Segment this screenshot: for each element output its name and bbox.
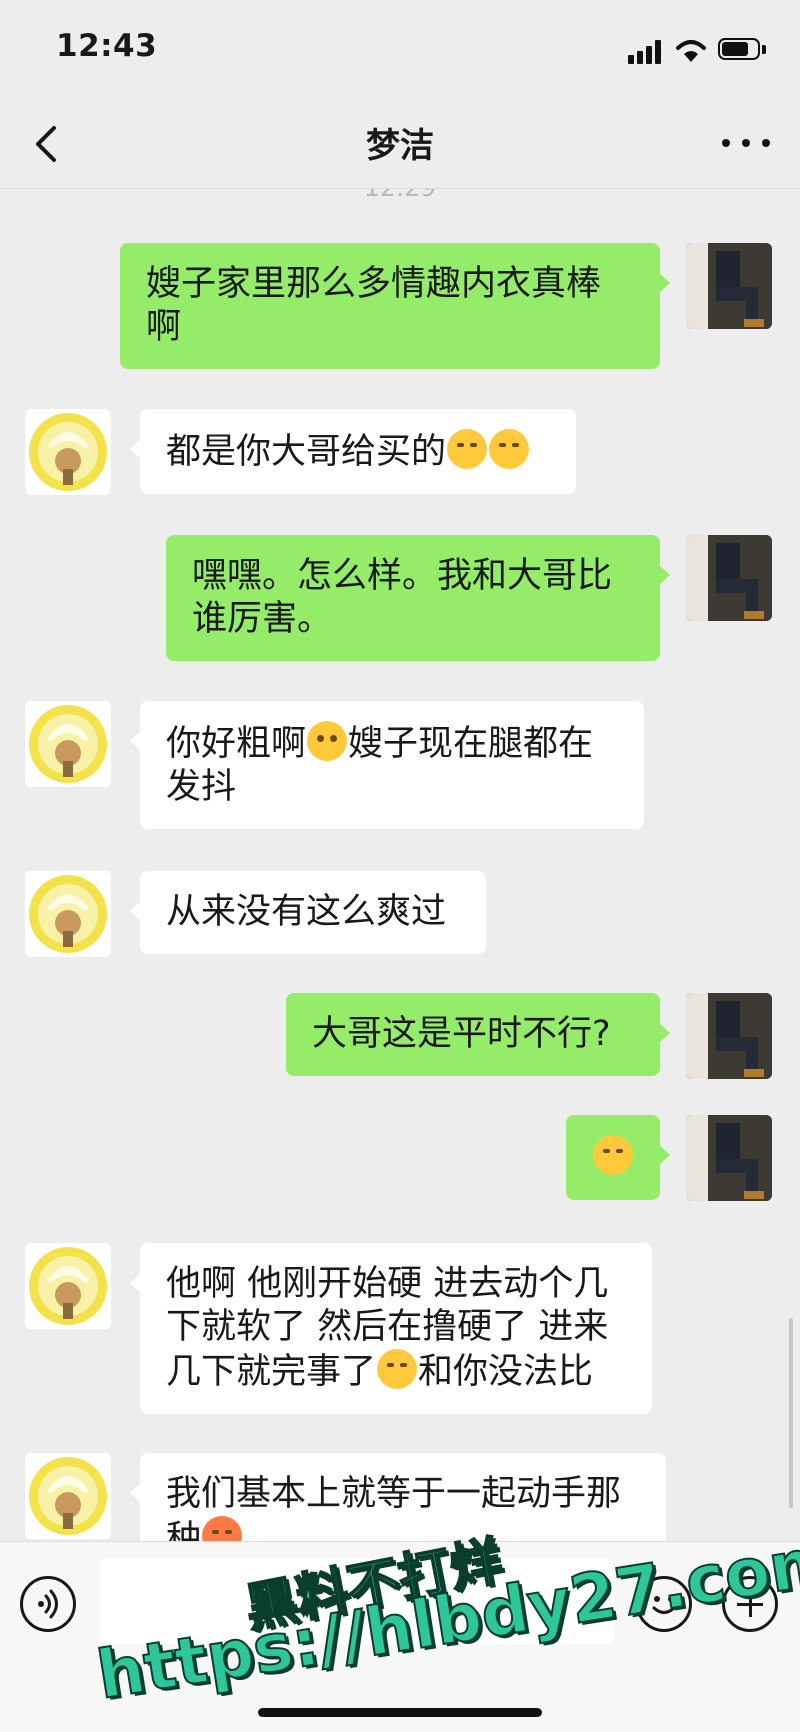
my-avatar[interactable]	[686, 993, 772, 1079]
message-timestamp: 12:29	[0, 189, 800, 202]
incoming-message-bubble[interactable]: 都是你大哥给买的	[130, 409, 576, 494]
crying-laughing-emoji-icon	[377, 1349, 418, 1389]
my-avatar[interactable]	[686, 243, 772, 329]
message-text: 嘿嘿。怎么样。我和大哥比谁厉害。	[192, 556, 613, 639]
my-avatar[interactable]	[686, 535, 772, 621]
contact-avatar[interactable]	[25, 1453, 111, 1539]
pleading-face-emoji-icon	[307, 721, 348, 761]
outgoing-message-bubble[interactable]	[566, 1115, 670, 1200]
status-bar: 12:43	[0, 0, 800, 100]
message-text: 嫂子家里那么多情趣内衣真棒啊	[146, 264, 602, 347]
crying-laughing-emoji-icon	[447, 429, 488, 469]
incoming-message-bubble[interactable]: 你好粗啊 嫂子现在腿都在发抖	[130, 701, 644, 829]
crying-laughing-emoji-icon	[489, 429, 530, 469]
voice-icon	[38, 1589, 58, 1619]
message-list[interactable]: 12:29 嫂子家里那么多情趣内衣真棒啊 都是你大哥给买的 嘿嘿。怎么样。我和大…	[0, 189, 800, 1541]
incoming-message-bubble[interactable]: 我们基本上就等于一起动手那种	[130, 1453, 666, 1541]
smiley-icon	[652, 1596, 676, 1614]
message-text-part: 你好粗啊	[166, 724, 307, 764]
outgoing-message-bubble[interactable]: 嫂子家里那么多情趣内衣真棒啊	[120, 243, 670, 369]
contact-avatar[interactable]	[25, 1243, 111, 1329]
message-input-bar	[0, 1541, 800, 1732]
battery-icon	[718, 38, 768, 62]
contact-avatar[interactable]	[25, 409, 111, 495]
emoji-picker-button[interactable]	[636, 1576, 692, 1632]
message-text-input[interactable]	[100, 1558, 614, 1644]
status-time: 12:43	[56, 28, 158, 64]
message-text: 从来没有这么爽过	[166, 892, 447, 932]
chat-title: 梦洁	[366, 126, 434, 166]
home-indicator[interactable]	[258, 1708, 542, 1717]
chat-header: 梦洁	[0, 100, 800, 189]
incoming-message-bubble[interactable]: 他啊 他刚开始硬 进去动个几下就软了 然后在撸硬了 进来几下就完事了 和你没法比	[130, 1243, 652, 1414]
angry-face-emoji-icon	[202, 1516, 243, 1541]
message-text: 都是你大哥给买的	[166, 432, 447, 472]
wifi-icon	[676, 40, 706, 62]
message-text-part: 和你没法比	[418, 1352, 594, 1392]
incoming-message-bubble[interactable]: 从来没有这么爽过	[130, 871, 486, 954]
tears-of-joy-emoji-icon	[593, 1135, 633, 1175]
more-options-icon[interactable]	[718, 130, 774, 154]
my-avatar[interactable]	[686, 1115, 772, 1201]
contact-avatar[interactable]	[25, 871, 111, 957]
message-text: 大哥这是平时不行?	[312, 1014, 611, 1054]
outgoing-message-bubble[interactable]: 大哥这是平时不行?	[286, 993, 670, 1076]
more-functions-button[interactable]	[722, 1576, 778, 1632]
voice-input-button[interactable]	[20, 1576, 76, 1632]
cellular-signal-icon	[628, 40, 664, 64]
chat-scrollbar[interactable]	[789, 1318, 793, 1508]
contact-avatar[interactable]	[25, 701, 111, 787]
outgoing-message-bubble[interactable]: 嘿嘿。怎么样。我和大哥比谁厉害。	[166, 535, 670, 661]
